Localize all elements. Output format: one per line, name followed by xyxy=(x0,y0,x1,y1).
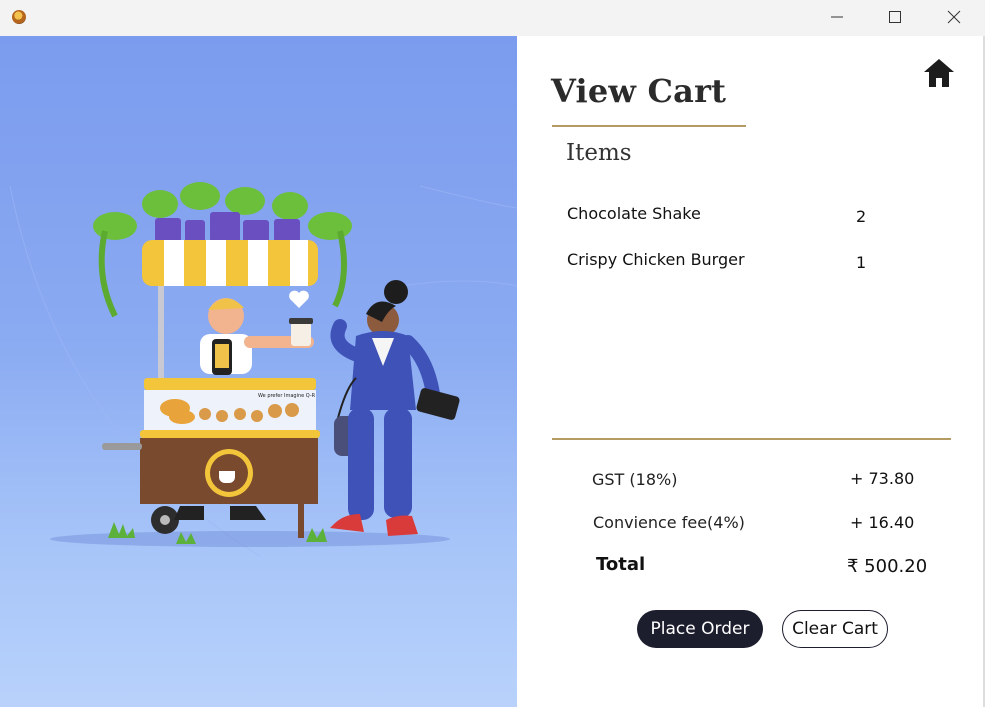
cart-item-quantity: 1 xyxy=(856,253,867,272)
items-heading: Items xyxy=(566,140,632,166)
minimize-button[interactable] xyxy=(808,0,866,34)
maximize-icon xyxy=(889,11,901,23)
maximize-button[interactable] xyxy=(866,0,924,34)
close-button[interactable] xyxy=(925,0,983,34)
place-order-button[interactable]: Place Order xyxy=(637,610,763,648)
gst-value: + 73.80 xyxy=(850,469,915,488)
minimize-icon xyxy=(831,16,843,18)
window-titlebar xyxy=(0,0,985,36)
food-cart-scene-image: We prefer Imagine Q-R xyxy=(9,182,517,557)
gst-label: GST (18%) xyxy=(592,470,678,489)
cart-item-name: Crispy Chicken Burger xyxy=(567,250,745,269)
total-value: ₹ 500.20 xyxy=(847,556,928,577)
cart-item-quantity: 2 xyxy=(856,207,867,226)
cart-panel: View Cart Items Chocolate Shake 2 Crispy… xyxy=(517,36,983,707)
total-label: Total xyxy=(596,554,646,575)
cart-item-row: Crispy Chicken Burger 1 xyxy=(567,250,877,278)
app-logo-icon xyxy=(12,10,26,24)
title-divider xyxy=(552,125,746,127)
home-button[interactable] xyxy=(921,56,957,90)
cart-item-name: Chocolate Shake xyxy=(567,204,701,223)
illustration-banner-text: We prefer Imagine Q-R xyxy=(258,393,316,399)
clear-cart-button[interactable]: Clear Cart xyxy=(782,610,888,648)
convenience-fee-label: Convience fee(4%) xyxy=(593,513,745,532)
cart-item-row: Chocolate Shake 2 xyxy=(567,204,877,232)
convenience-fee-value: + 16.40 xyxy=(850,513,915,532)
food-stall-illustration: We prefer Imagine Q-R xyxy=(0,36,517,707)
close-icon xyxy=(947,10,961,24)
home-icon xyxy=(924,59,954,87)
summary-divider xyxy=(552,438,951,440)
page-title: View Cart xyxy=(551,72,727,110)
